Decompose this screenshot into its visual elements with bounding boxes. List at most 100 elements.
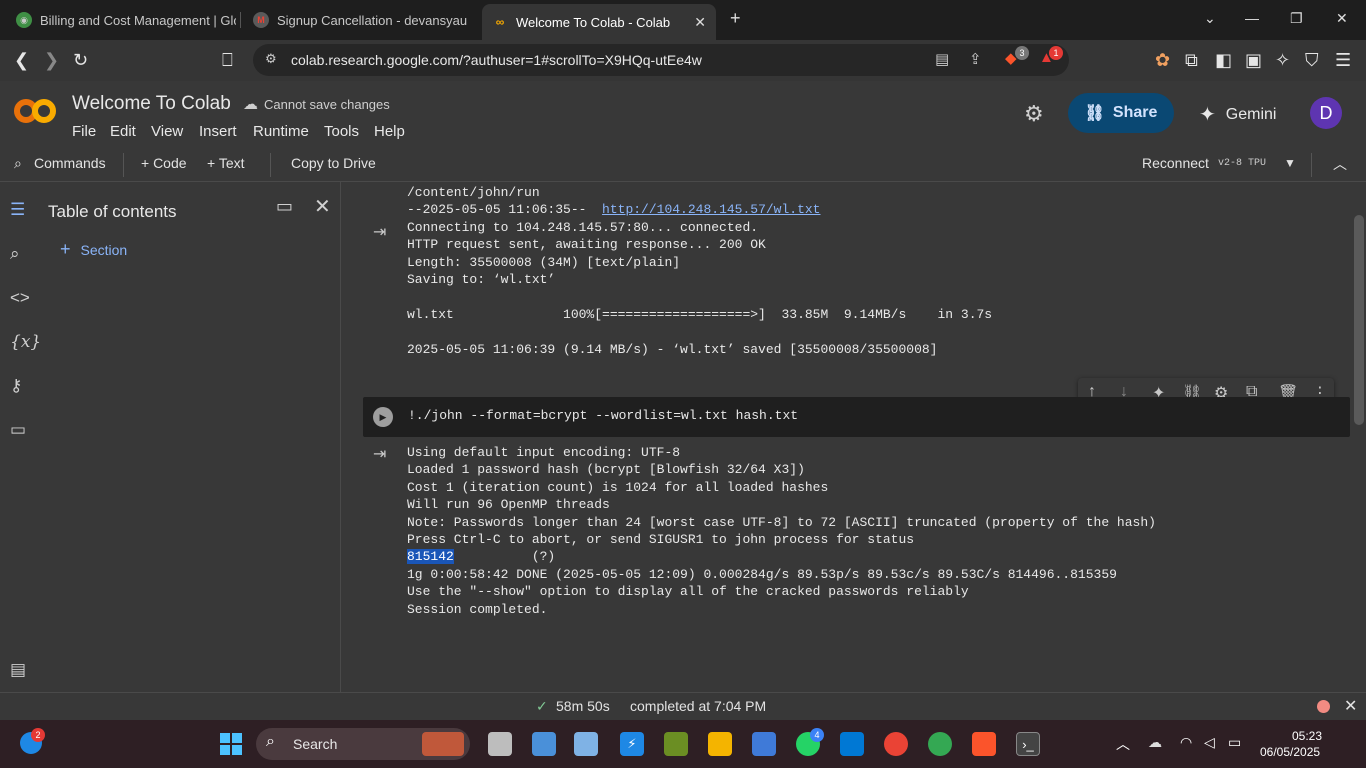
avatar[interactable]: D (1310, 97, 1342, 129)
variables-icon[interactable]: {x} (10, 332, 41, 352)
tab-billing[interactable]: ◉ Billing and Cost Management | Glob (6, 6, 238, 34)
new-tab-button[interactable]: + (730, 8, 741, 29)
runtime-dropdown-icon[interactable]: ▼ (1284, 156, 1296, 170)
terminal-app-icon[interactable]: ›_ (1016, 732, 1040, 756)
code-snippets-icon[interactable]: <> (10, 288, 30, 308)
runtime-type: v2-8 TPU (1218, 158, 1267, 169)
menu-view[interactable]: View (151, 123, 183, 140)
settings-gear-icon[interactable]: ⚙ (1024, 101, 1044, 127)
menu-runtime[interactable]: Runtime (253, 123, 309, 140)
scrollbar[interactable] (1354, 215, 1364, 425)
tab-title: Signup Cancellation - devansyauqia (277, 12, 467, 28)
status-bar: ✓ 58m 50s completed at 7:04 PM ✕ (0, 692, 1366, 720)
reload-icon[interactable]: ↻ (73, 50, 88, 71)
back-icon[interactable]: ❮ (14, 50, 29, 71)
secrets-key-icon[interactable]: ⚷ (10, 376, 22, 396)
close-tab-icon[interactable]: ✕ (694, 14, 706, 31)
windows-start-icon[interactable] (219, 732, 243, 756)
toc-add-section[interactable]: + Section (60, 239, 127, 260)
terminal-icon[interactable]: ▤ (10, 660, 26, 680)
file-explorer-icon[interactable] (708, 732, 732, 756)
forward-icon[interactable]: ❯ (44, 50, 59, 71)
minimize-button[interactable]: — (1245, 10, 1259, 26)
output-toggle-icon[interactable]: ⇥ (373, 444, 386, 464)
wifi-icon[interactable]: ◠ (1180, 734, 1192, 751)
find-icon[interactable]: ⌕ (10, 244, 20, 264)
colab-logo[interactable] (14, 97, 56, 130)
search-icon: ⌕ (266, 733, 275, 750)
photos-app-icon[interactable] (532, 732, 556, 756)
notebook-title[interactable]: Welcome To Colab (72, 93, 231, 115)
site-info-icon[interactable]: ⚙ (265, 51, 277, 67)
task-view-icon[interactable] (488, 732, 512, 756)
code-cell[interactable]: ▶ !./john --format=bcrypt --wordlist=wl.… (363, 397, 1350, 437)
clock-time[interactable]: 05:23 (1292, 729, 1322, 743)
share-button[interactable]: ⛓ Share (1068, 93, 1174, 133)
onedrive-icon[interactable]: ☁ (1148, 734, 1162, 751)
extension-icon[interactable]: ✿ (1155, 50, 1170, 71)
wallet-icon[interactable]: ▣ (1245, 50, 1262, 71)
share-page-icon[interactable]: ⇪ (969, 50, 982, 68)
battery-icon[interactable]: ▭ (1228, 734, 1241, 751)
add-text-button[interactable]: + Text (207, 155, 245, 171)
colab-toolbar: ⌕ Commands + Code + Text Copy to Drive R… (0, 149, 1366, 182)
toc-icon[interactable]: ☰ (10, 200, 25, 220)
tab-gmail[interactable]: M Signup Cancellation - devansyauqia (243, 6, 475, 34)
transfer-app-icon[interactable] (664, 732, 688, 756)
reader-mode-icon[interactable]: ▤ (935, 50, 949, 68)
run-cell-button[interactable]: ▶ (373, 407, 393, 427)
menu-icon[interactable]: ☰ (1335, 50, 1351, 71)
leo-icon[interactable]: ✧ (1275, 50, 1290, 71)
volume-icon[interactable]: ◁ (1204, 734, 1215, 751)
chrome-icon[interactable] (884, 732, 908, 756)
menu-edit[interactable]: Edit (110, 123, 136, 140)
search-icon: ⌕ (14, 155, 22, 171)
url-text[interactable]: colab.research.google.com/?authuser=1#sc… (291, 52, 702, 68)
output-line: /content/john/run (407, 185, 540, 200)
gemini-button[interactable]: ✦ Gemini (1199, 102, 1276, 127)
tray-chevron-icon[interactable]: ︿ (1116, 734, 1130, 754)
puzzle-icon[interactable]: ⧉ (1185, 50, 1198, 71)
browser-nav-bar: ❮ ❯ ↻ ⎕ ⚙ colab.research.google.com/?aut… (0, 40, 1366, 81)
menu-tools[interactable]: Tools (324, 123, 359, 140)
add-code-button[interactable]: + Code (141, 155, 187, 171)
lightning-app-icon[interactable]: ⚡ (620, 732, 644, 756)
close-window-button[interactable]: ✕ (1336, 10, 1348, 27)
close-status-icon[interactable]: ✕ (1344, 696, 1357, 716)
tab-colab[interactable]: ∞ Welcome To Colab - Colab ✕ (482, 4, 716, 40)
close-panel-icon[interactable]: ✕ (314, 194, 331, 219)
files-folder-icon[interactable]: ▭ (10, 420, 26, 440)
collapse-header-icon[interactable]: ︿ (1333, 154, 1347, 174)
commands-button[interactable]: Commands (34, 155, 106, 171)
cloud-app-icon[interactable] (752, 732, 776, 756)
copy-to-drive-button[interactable]: Copy to Drive (291, 155, 376, 171)
restore-button[interactable]: ❐ (1290, 10, 1303, 27)
brave-browser-icon[interactable] (972, 732, 996, 756)
address-bar[interactable]: ⚙ colab.research.google.com/?authuser=1#… (253, 44, 1069, 76)
chrome-dev-icon[interactable] (928, 732, 952, 756)
output-toggle-icon[interactable]: ⇥ (373, 222, 386, 242)
output-link[interactable]: http://104.248.145.57/wl.txt (602, 202, 820, 217)
cracked-password[interactable]: 815142 (407, 549, 454, 565)
clock-date[interactable]: 06/05/2025 (1260, 745, 1320, 759)
colab-header: Welcome To Colab ☁ Cannot save changes F… (0, 81, 1366, 149)
tab-list-chevron-icon[interactable]: ⌄ (1204, 10, 1216, 27)
tab-title: Billing and Cost Management | Glob (40, 12, 236, 28)
reconnect-button[interactable]: Reconnect (1142, 155, 1209, 171)
output-line: wl.txt 100%[===================>] 33.85M… (407, 306, 993, 322)
notification-badge: 2 (31, 728, 45, 742)
sidebar-icon[interactable]: ◧ (1215, 50, 1232, 71)
menu-help[interactable]: Help (374, 123, 405, 140)
vscode-icon[interactable] (840, 732, 864, 756)
menu-insert[interactable]: Insert (199, 123, 237, 140)
menu-file[interactable]: File (72, 123, 96, 140)
box-app-icon[interactable] (574, 732, 598, 756)
cell-code[interactable]: !./john --format=bcrypt --wordlist=wl.tx… (408, 408, 798, 423)
open-in-tab-icon[interactable]: ▭ (276, 196, 293, 217)
output-line: Saving to: ‘wl.txt’ (407, 272, 556, 287)
vpn-icon[interactable]: ⛉ (1305, 50, 1319, 71)
output-line: HTTP request sent, awaiting response... … (407, 237, 766, 253)
bookmark-icon[interactable]: ⎕ (222, 50, 233, 71)
record-indicator[interactable] (1317, 700, 1330, 713)
taskbar-search[interactable]: ⌕ Search (256, 728, 470, 760)
